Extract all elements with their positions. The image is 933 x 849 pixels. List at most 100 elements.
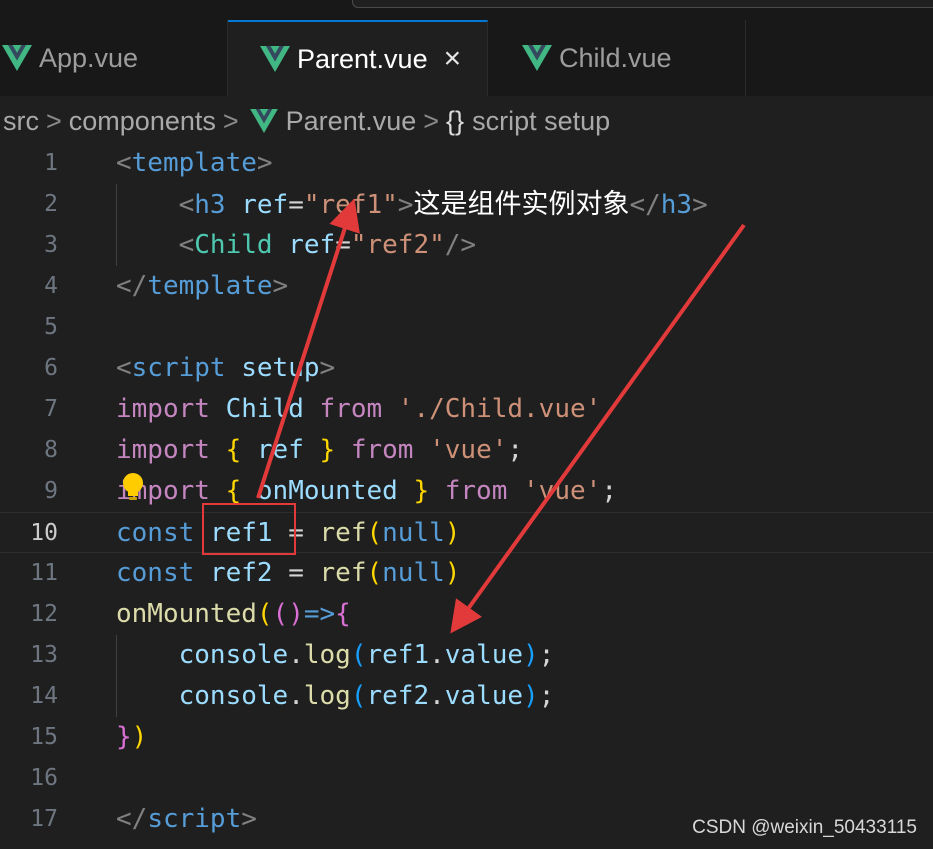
code-token: > bbox=[256, 148, 273, 178]
line-number: 4 bbox=[44, 273, 58, 299]
code-line[interactable]: 3 <Child ref="ref2"/> bbox=[0, 225, 933, 266]
code-token: setup bbox=[241, 353, 320, 383]
code-token: Child bbox=[194, 230, 273, 260]
code-token: > bbox=[692, 190, 708, 220]
code-token: < bbox=[178, 230, 195, 260]
chevron-right-icon: > bbox=[46, 105, 62, 136]
code-token: log bbox=[303, 640, 351, 670]
code-token: ) bbox=[523, 640, 539, 670]
tab-label: Parent.vue bbox=[297, 43, 428, 74]
code-line[interactable]: 13 console.log(ref1.value); bbox=[0, 635, 933, 676]
line-number: 16 bbox=[30, 765, 58, 791]
code-token: console bbox=[178, 640, 289, 670]
vue-logo-icon bbox=[522, 45, 552, 71]
code-token: < bbox=[116, 353, 132, 383]
code-line[interactable]: 5 bbox=[0, 307, 933, 348]
code-token: /> bbox=[444, 230, 477, 260]
line-number: 3 bbox=[44, 232, 58, 258]
code-token: from bbox=[350, 435, 414, 465]
code-token: 'vue' bbox=[523, 476, 602, 506]
code-text: <Child ref="ref2"/> bbox=[116, 225, 476, 266]
line-number: 10 bbox=[30, 520, 58, 546]
breadcrumb-file[interactable]: Parent.vue bbox=[286, 106, 417, 137]
chevron-right-icon: > bbox=[423, 105, 440, 136]
tab-parent-vue[interactable]: Parent.vue × bbox=[228, 20, 488, 96]
code-token: ( bbox=[256, 599, 273, 629]
code-token: log bbox=[303, 681, 351, 711]
code-token: => bbox=[303, 599, 336, 629]
line-number: 14 bbox=[30, 683, 58, 709]
code-token: } bbox=[413, 476, 430, 506]
code-text: console.log(ref2.value); bbox=[116, 676, 555, 717]
code-line[interactable]: 2 <h3 ref="ref1">这是组件实例对象</h3> bbox=[0, 184, 933, 225]
code-token: ; bbox=[601, 476, 617, 506]
code-text: <template> bbox=[116, 143, 273, 184]
close-icon[interactable]: × bbox=[444, 44, 462, 74]
code-token: onMounted bbox=[256, 476, 398, 506]
code-token: ref1 bbox=[366, 640, 430, 670]
code-token: . bbox=[288, 640, 304, 670]
code-text: import { ref } from 'vue'; bbox=[116, 430, 523, 471]
code-token: ref2 bbox=[366, 681, 430, 711]
code-token: ref bbox=[319, 558, 367, 588]
tab-label: App.vue bbox=[39, 42, 139, 73]
code-token: { bbox=[225, 476, 242, 506]
code-line[interactable]: 7 import Child from './Child.vue' bbox=[0, 389, 933, 430]
code-line[interactable]: 8 import { ref } from 'vue'; bbox=[0, 430, 933, 471]
code-token: ( bbox=[350, 681, 367, 711]
code-line[interactable]: 4 </template> bbox=[0, 266, 933, 307]
line-number: 17 bbox=[30, 806, 58, 832]
code-token: ) bbox=[444, 518, 461, 548]
code-token: ( bbox=[350, 640, 367, 670]
code-token: from bbox=[444, 476, 508, 506]
code-token: onMounted bbox=[116, 599, 257, 629]
code-token: ; bbox=[538, 640, 555, 670]
code-token: from bbox=[319, 394, 383, 424]
code-token: h3 bbox=[660, 190, 693, 220]
code-token: import bbox=[116, 435, 210, 465]
line-number: 8 bbox=[44, 437, 58, 463]
breadcrumb-symbol[interactable]: script setup bbox=[472, 106, 610, 137]
tab-app-vue[interactable]: App.vue bbox=[0, 20, 228, 96]
code-line[interactable]: 11 const ref2 = ref(null) bbox=[0, 553, 933, 594]
code-line[interactable]: 12 onMounted(()=>{ bbox=[0, 594, 933, 635]
line-number: 2 bbox=[44, 191, 58, 217]
breadcrumb: src > components > Parent.vue > {} scrip… bbox=[0, 96, 933, 146]
breadcrumb-components[interactable]: components bbox=[69, 106, 216, 137]
code-token: value bbox=[444, 640, 524, 670]
code-line[interactable]: 6 <script setup> bbox=[0, 348, 933, 389]
code-token: template bbox=[131, 148, 257, 178]
line-number: 11 bbox=[30, 560, 58, 586]
tab-child-vue[interactable]: Child.vue bbox=[488, 20, 746, 96]
vue-logo-icon bbox=[2, 45, 32, 71]
code-token: Child bbox=[225, 394, 304, 424]
code-line[interactable]: 14 console.log(ref2.value); bbox=[0, 676, 933, 717]
code-line[interactable]: 16 bbox=[0, 758, 933, 799]
code-token: { bbox=[335, 599, 351, 629]
code-token: null bbox=[382, 518, 445, 548]
code-token: { bbox=[225, 435, 242, 465]
code-line[interactable]: 15}) bbox=[0, 717, 933, 758]
breadcrumb-src[interactable]: src bbox=[3, 106, 39, 137]
code-token: console bbox=[178, 681, 289, 711]
command-center[interactable] bbox=[352, 0, 933, 8]
code-line[interactable]: 10 const ref1 = ref(null) bbox=[0, 512, 933, 553]
lightbulb-icon[interactable] bbox=[120, 472, 146, 502]
code-line[interactable]: 1 <template> bbox=[0, 143, 933, 184]
code-token: ref2 bbox=[209, 558, 273, 588]
watermark: CSDN @weixin_50433115 bbox=[692, 817, 917, 838]
line-number: 13 bbox=[30, 642, 58, 668]
code-token: null bbox=[382, 558, 445, 588]
code-text: const ref2 = ref(null) bbox=[116, 553, 460, 594]
